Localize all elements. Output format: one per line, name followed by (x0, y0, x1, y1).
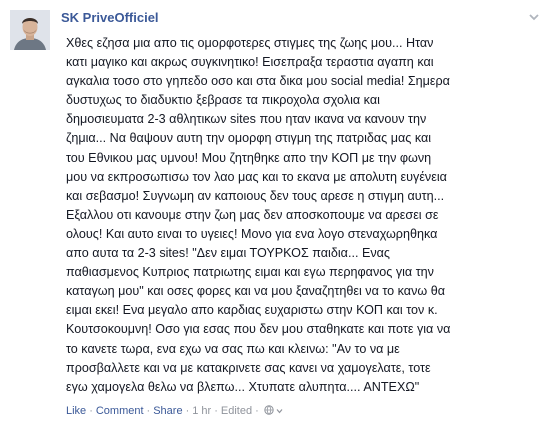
comment-link[interactable]: Comment (96, 405, 144, 417)
author-name-link[interactable]: SK PriveOfficiel (61, 10, 159, 25)
facebook-post: SK PriveOfficiel Χθες εζησα μια απο τις … (0, 0, 553, 427)
avatar[interactable] (10, 10, 50, 50)
profile-photo-icon (10, 10, 50, 50)
globe-icon[interactable] (264, 405, 274, 415)
chevron-down-icon[interactable] (276, 405, 283, 417)
footer-separator: · (89, 405, 93, 417)
post-footer: Like · Comment · Share · 1 hr · Edited · (66, 405, 283, 417)
footer-separator: · (185, 405, 190, 417)
share-link[interactable]: Share (153, 405, 182, 417)
footer-separator: · (255, 405, 259, 417)
edited-link[interactable]: Edited (221, 405, 252, 417)
post-body-text: Χθες εζησα μια απο τις ομορφοτερες στιγμ… (66, 36, 451, 394)
footer-separator: · (214, 405, 218, 417)
footer-separator: · (146, 405, 151, 417)
post-timestamp-link[interactable]: 1 hr (192, 405, 211, 417)
chevron-down-icon[interactable] (527, 10, 541, 22)
like-link[interactable]: Like (66, 405, 86, 417)
